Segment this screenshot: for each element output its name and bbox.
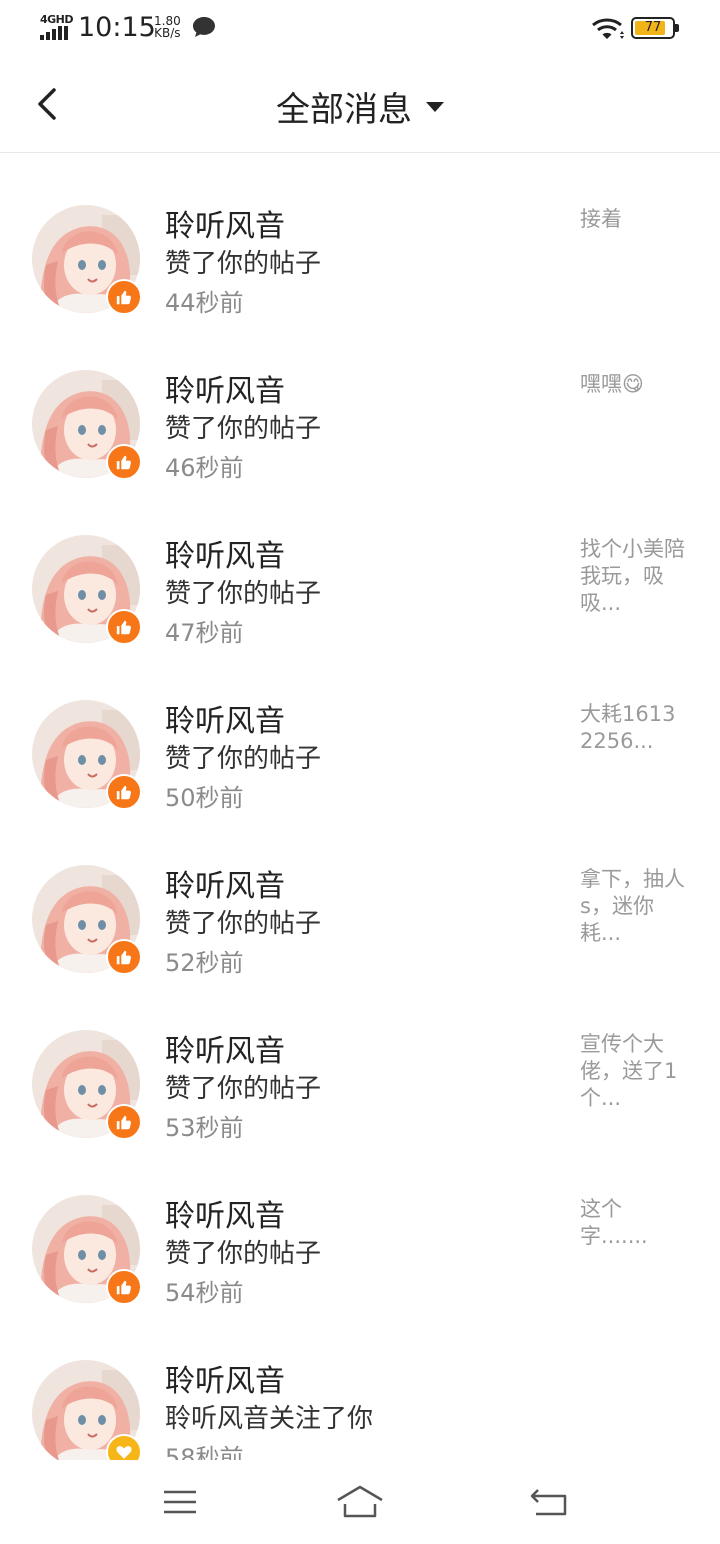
post-preview[interactable]: 嘿嘿😋 xyxy=(580,371,688,398)
message-time: 47秒前 xyxy=(165,619,244,647)
message-item[interactable]: 聆听风音 赞了你的帖子 44秒前 接着 xyxy=(0,153,720,318)
post-preview[interactable]: 找个小美陪我玩，吸吸... xyxy=(580,536,688,617)
message-item[interactable]: 聆听风音 聆听风音关注了你 58秒前 xyxy=(0,1308,720,1460)
sender-name[interactable]: 聆听风音 xyxy=(165,201,285,245)
message-time: 50秒前 xyxy=(165,784,244,812)
message-action: 赞了你的帖子 xyxy=(165,744,322,774)
sender-name[interactable]: 聆听风音 xyxy=(165,1356,285,1400)
message-action: 赞了你的帖子 xyxy=(165,579,322,609)
header: 全部消息 xyxy=(0,58,720,153)
network-speed: 1.80 KB/s xyxy=(154,15,181,39)
message-time: 58秒前 xyxy=(165,1444,244,1460)
return-icon[interactable] xyxy=(522,1480,576,1524)
status-bar: 4GHD 10:15 1.80 KB/s 77 xyxy=(0,0,720,58)
dropdown-caret-icon xyxy=(426,101,444,112)
menu-icon[interactable] xyxy=(153,1480,207,1524)
thumbs-up-icon xyxy=(116,290,131,305)
message-time: 46秒前 xyxy=(165,454,244,482)
avatar[interactable] xyxy=(32,865,142,975)
avatar[interactable] xyxy=(32,1360,142,1460)
message-time: 53秒前 xyxy=(165,1114,244,1142)
heart-icon xyxy=(116,1446,132,1459)
like-badge xyxy=(106,279,142,315)
like-badge xyxy=(106,939,142,975)
thumbs-up-icon xyxy=(116,455,131,470)
page-title: 全部消息 xyxy=(276,90,412,130)
network-type: 4GHD xyxy=(40,13,74,26)
sender-name[interactable]: 聆听风音 xyxy=(165,861,285,905)
avatar[interactable] xyxy=(32,535,142,645)
thumbs-up-icon xyxy=(116,785,131,800)
signal-icon xyxy=(40,26,70,40)
wifi-icon xyxy=(592,18,624,39)
message-item[interactable]: 聆听风音 赞了你的帖子 50秒前 大耗16132256... xyxy=(0,648,720,813)
like-badge xyxy=(106,609,142,645)
message-item[interactable]: 聆听风音 赞了你的帖子 47秒前 找个小美陪我玩，吸吸... xyxy=(0,483,720,648)
thumbs-up-icon xyxy=(116,1280,131,1295)
home-icon[interactable] xyxy=(333,1480,387,1524)
like-badge xyxy=(106,444,142,480)
message-action: 聆听风音关注了你 xyxy=(165,1404,374,1434)
avatar[interactable] xyxy=(32,1030,142,1140)
thumbs-up-icon xyxy=(116,950,131,965)
message-item[interactable]: 聆听风音 赞了你的帖子 46秒前 嘿嘿😋 xyxy=(0,318,720,483)
message-filter-dropdown[interactable]: 全部消息 xyxy=(0,82,720,131)
post-preview[interactable]: 宣传个大佬，送了1个... xyxy=(580,1031,688,1112)
sender-name[interactable]: 聆听风音 xyxy=(165,531,285,575)
chat-bubble-icon xyxy=(193,17,215,37)
message-time: 44秒前 xyxy=(165,289,244,317)
like-badge xyxy=(106,1269,142,1305)
speed-unit: KB/s xyxy=(154,26,181,40)
message-item[interactable]: 聆听风音 赞了你的帖子 54秒前 这个字....... xyxy=(0,1143,720,1308)
sender-name[interactable]: 聆听风音 xyxy=(165,696,285,740)
avatar[interactable] xyxy=(32,700,142,810)
system-nav-bar xyxy=(0,1460,720,1544)
avatar[interactable] xyxy=(32,1195,142,1305)
thumbs-up-icon xyxy=(116,1115,131,1130)
message-list[interactable]: 聆听风音 赞了你的帖子 44秒前 接着 聆听风音 赞了你的帖子 46秒前 嘿嘿😋… xyxy=(0,153,720,1460)
message-item[interactable]: 聆听风音 赞了你的帖子 52秒前 拿下，抽人s，迷你耗... xyxy=(0,813,720,978)
post-preview[interactable]: 大耗16132256... xyxy=(580,701,688,755)
message-item[interactable]: 聆听风音 赞了你的帖子 53秒前 宣传个大佬，送了1个... xyxy=(0,978,720,1143)
sender-name[interactable]: 聆听风音 xyxy=(165,1191,285,1235)
avatar[interactable] xyxy=(32,370,142,480)
message-action: 赞了你的帖子 xyxy=(165,909,322,939)
like-badge xyxy=(106,1104,142,1140)
message-action: 赞了你的帖子 xyxy=(165,1074,322,1104)
message-action: 赞了你的帖子 xyxy=(165,414,322,444)
battery-level: 77 xyxy=(644,20,662,35)
message-time: 52秒前 xyxy=(165,949,244,977)
battery-icon: 77 xyxy=(631,17,679,39)
post-preview[interactable]: 拿下，抽人s，迷你耗... xyxy=(580,866,688,947)
avatar[interactable] xyxy=(32,205,142,315)
follow-badge xyxy=(106,1434,142,1460)
message-time: 54秒前 xyxy=(165,1279,244,1307)
sender-name[interactable]: 聆听风音 xyxy=(165,366,285,410)
message-action: 赞了你的帖子 xyxy=(165,1239,322,1269)
thumbs-up-icon xyxy=(116,620,131,635)
sender-name[interactable]: 聆听风音 xyxy=(165,1026,285,1070)
like-badge xyxy=(106,774,142,810)
post-preview[interactable]: 这个字....... xyxy=(580,1196,688,1250)
message-action: 赞了你的帖子 xyxy=(165,249,322,279)
post-preview[interactable]: 接着 xyxy=(580,206,688,233)
clock: 10:15 xyxy=(78,12,156,43)
